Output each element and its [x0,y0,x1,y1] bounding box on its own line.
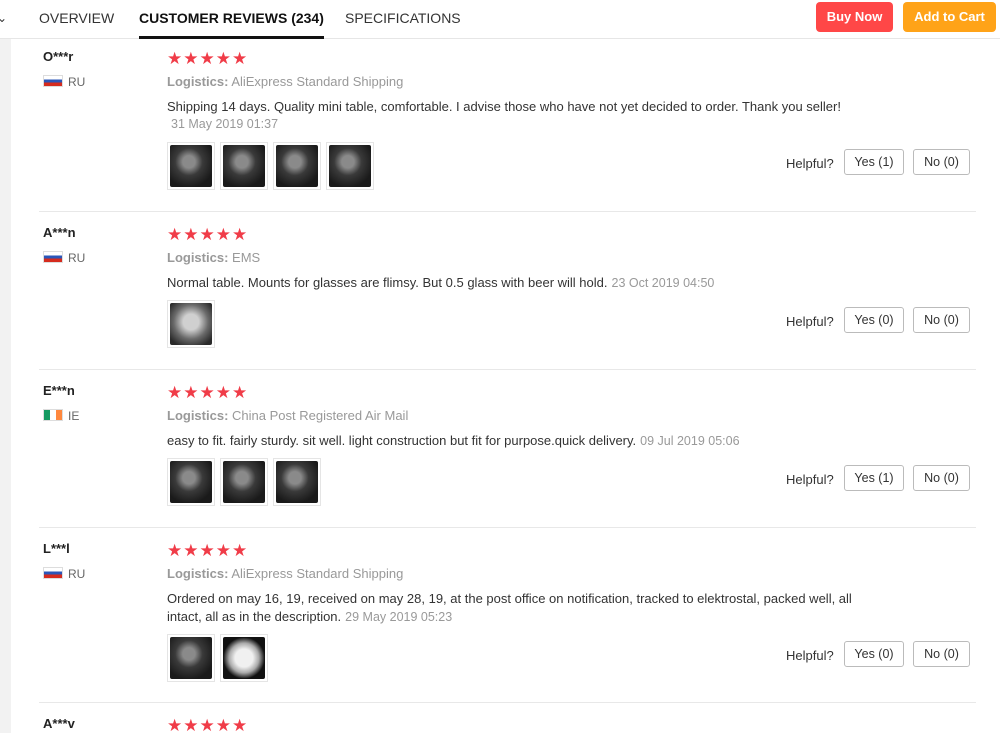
helpful-no-button[interactable]: No (0) [913,307,970,333]
review-photos [167,300,215,348]
russia-flag-icon [43,75,63,87]
add-to-cart-button[interactable]: Add to Cart [903,2,996,32]
star-rating: ★★★★★ [167,49,249,68]
review-text: Ordered on may 16, 19, received on may 2… [167,591,852,624]
reviews-panel: O***r RU ★★★★★ Logistics: AliExpress Sta… [11,39,1000,733]
chevron-down-icon[interactable]: ⌄ [0,11,7,25]
product-tab-bar: ⌄ OVERVIEW CUSTOMER REVIEWS (234) SPECIF… [0,0,1000,39]
reviewer-name: A***v [43,716,75,731]
review-photo[interactable] [273,458,321,506]
review-divider [39,702,976,703]
review-divider [39,527,976,528]
review-photo[interactable] [326,142,374,190]
logistics-info: Logistics: EMS [167,250,261,265]
review-photo[interactable] [167,634,215,682]
helpful-yes-button[interactable]: Yes (1) [844,149,904,175]
review-photos [167,458,321,506]
reviewer-country: RU [43,75,85,89]
helpful-no-button[interactable]: No (0) [913,149,970,175]
review-photo[interactable] [167,142,215,190]
review-photo[interactable] [273,142,321,190]
review-text: Normal table. Mounts for glasses are fli… [167,275,715,290]
reviewer-name: A***n [43,225,76,240]
review-photo[interactable] [167,458,215,506]
review-text: Shipping 14 days. Quality mini table, co… [167,99,841,114]
review-date: 29 May 2019 05:23 [345,610,453,624]
reviewer-country: RU [43,567,85,581]
reviewer-name: E***n [43,383,75,398]
helpful-no-button[interactable]: No (0) [913,641,970,667]
tab-overview[interactable]: OVERVIEW [39,0,114,38]
review-divider [39,211,976,212]
helpful-label: Helpful? [786,472,834,487]
review-photos [167,634,268,682]
helpful-label: Helpful? [786,648,834,663]
logistics-info: Logistics: AliExpress Standard Shipping [167,566,404,581]
helpful-yes-button[interactable]: Yes (0) [844,641,904,667]
helpful-yes-button[interactable]: Yes (0) [844,307,904,333]
review-divider [39,369,976,370]
review-date: 09 Jul 2019 05:06 [640,434,740,448]
review-photos [167,142,374,190]
star-rating: ★★★★★ [167,383,249,402]
ireland-flag-icon [43,409,63,421]
review-photo[interactable] [220,458,268,506]
reviewer-name: O***r [43,49,74,64]
logistics-info: Logistics: China Post Registered Air Mai… [167,408,409,423]
review-date: 23 Oct 2019 04:50 [611,276,715,290]
review-photo[interactable] [220,142,268,190]
helpful-yes-button[interactable]: Yes (1) [844,465,904,491]
helpful-label: Helpful? [786,314,834,329]
helpful-label: Helpful? [786,156,834,171]
review-photo[interactable] [167,300,215,348]
review-text: easy to fit. fairly sturdy. sit well. li… [167,433,740,448]
review-date: 31 May 2019 01:37 [171,117,279,131]
review-photo[interactable] [220,634,268,682]
star-rating: ★★★★★ [167,225,249,244]
reviewer-name: L***l [43,541,70,556]
russia-flag-icon [43,567,63,579]
tab-specifications[interactable]: SPECIFICATIONS [345,0,461,38]
reviewer-country: RU [43,251,85,265]
star-rating: ★★★★★ [167,541,249,560]
helpful-no-button[interactable]: No (0) [913,465,970,491]
buy-now-button[interactable]: Buy Now [816,2,893,32]
star-rating: ★★★★★ [167,716,249,733]
russia-flag-icon [43,251,63,263]
logistics-info: Logistics: AliExpress Standard Shipping [167,74,404,89]
reviewer-country: IE [43,409,79,423]
tab-customer-reviews[interactable]: CUSTOMER REVIEWS (234) [139,0,324,39]
